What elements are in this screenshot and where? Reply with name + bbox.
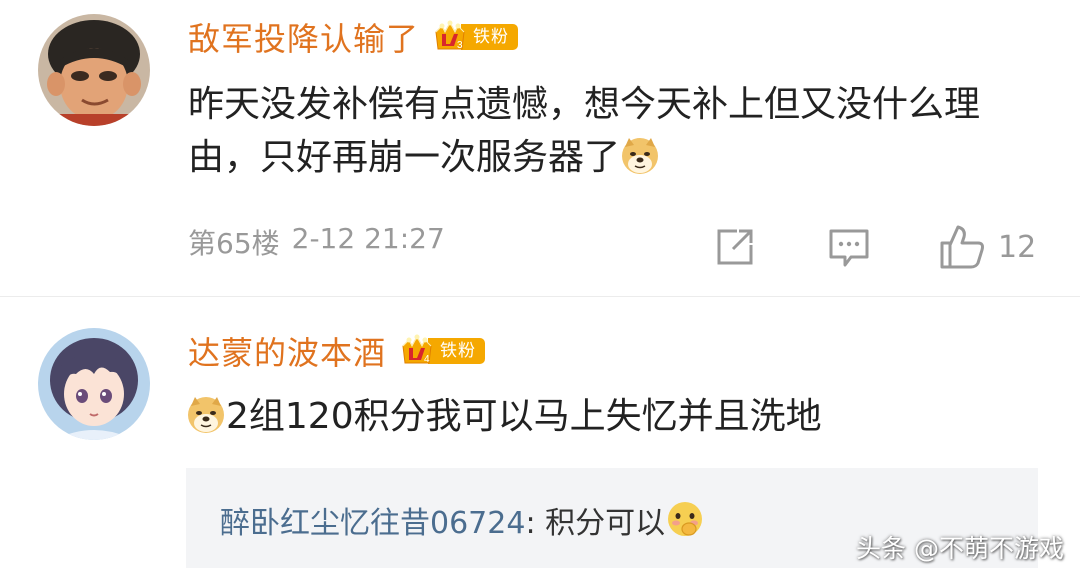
like-count: 12 (998, 229, 1037, 265)
reply-author[interactable]: 醉卧红尘忆往昔06724 (220, 506, 525, 541)
share-icon (717, 229, 753, 265)
username[interactable]: 达蒙的波本酒 (188, 328, 386, 374)
user-row: 敌军投降认输了 3 铁粉 (188, 14, 519, 60)
comment-content: 昨天没发补偿有点遗憾，想今天补上但又没什么理由，只好再崩一次服务器了 (188, 84, 981, 178)
crown-icon: 4 (402, 334, 432, 365)
comment-item: 敌军投降认输了 3 铁粉 昨天没发补偿有点遗憾，想今天补上但又没什么理由，只好再… (0, 0, 1080, 297)
comment-text: 2组120积分我可以马上失忆并且洗地 (186, 390, 1050, 443)
share-button[interactable] (713, 222, 757, 272)
fan-badge-label: 铁粉 (461, 24, 519, 50)
crown-icon: 3 (435, 20, 465, 51)
fan-badge[interactable]: 3 铁粉 (433, 20, 519, 54)
thumbs-up-icon (940, 225, 984, 269)
action-bar: 12 (0, 222, 1080, 272)
reply-button[interactable] (827, 222, 871, 272)
watermark: 头条 @不萌不游戏 (856, 534, 1064, 563)
doge-emoji-icon (622, 138, 659, 174)
username[interactable]: 敌军投降认输了 (188, 14, 419, 60)
fan-badge-label: 铁粉 (428, 338, 486, 364)
reply-text: 醉卧红尘忆往昔06724: 积分可以 (220, 498, 705, 542)
comment-text: 昨天没发补偿有点遗憾，想今天补上但又没什么理由，只好再崩一次服务器了 (188, 78, 1050, 184)
svg-text:4: 4 (424, 354, 430, 365)
avatar[interactable] (38, 14, 150, 126)
reply-separator: : (525, 506, 546, 541)
svg-text:3: 3 (457, 40, 463, 51)
avatar[interactable] (38, 328, 150, 440)
comment-content: 2组120积分我可以马上失忆并且洗地 (226, 396, 822, 437)
doge-emoji-icon (188, 397, 224, 433)
fan-badge[interactable]: 4 铁粉 (400, 334, 486, 368)
user-row: 达蒙的波本酒 4 铁粉 (188, 328, 486, 374)
reply-content: 积分可以 (545, 506, 666, 541)
like-button[interactable]: 12 (938, 222, 1036, 272)
shy-face-emoji-icon (668, 502, 703, 536)
comment-icon (829, 229, 869, 267)
